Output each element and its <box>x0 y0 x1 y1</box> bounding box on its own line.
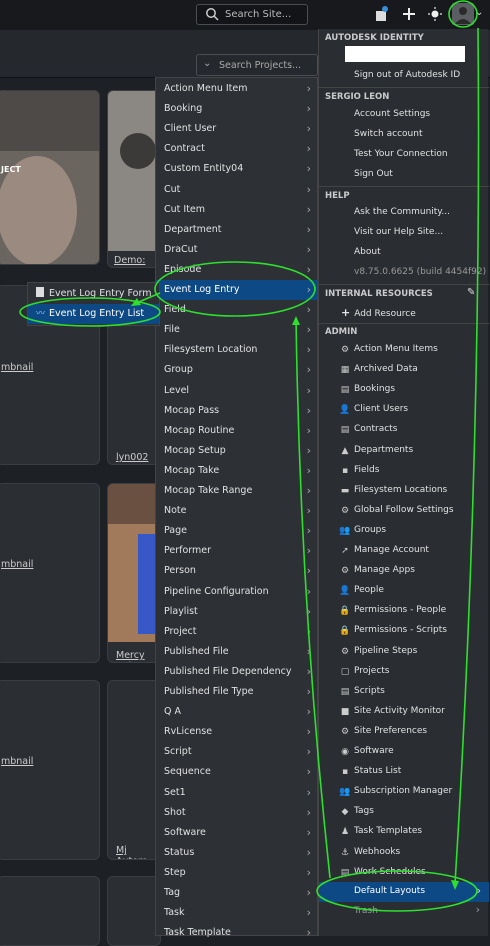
annotation-overlay <box>19 0 480 912</box>
